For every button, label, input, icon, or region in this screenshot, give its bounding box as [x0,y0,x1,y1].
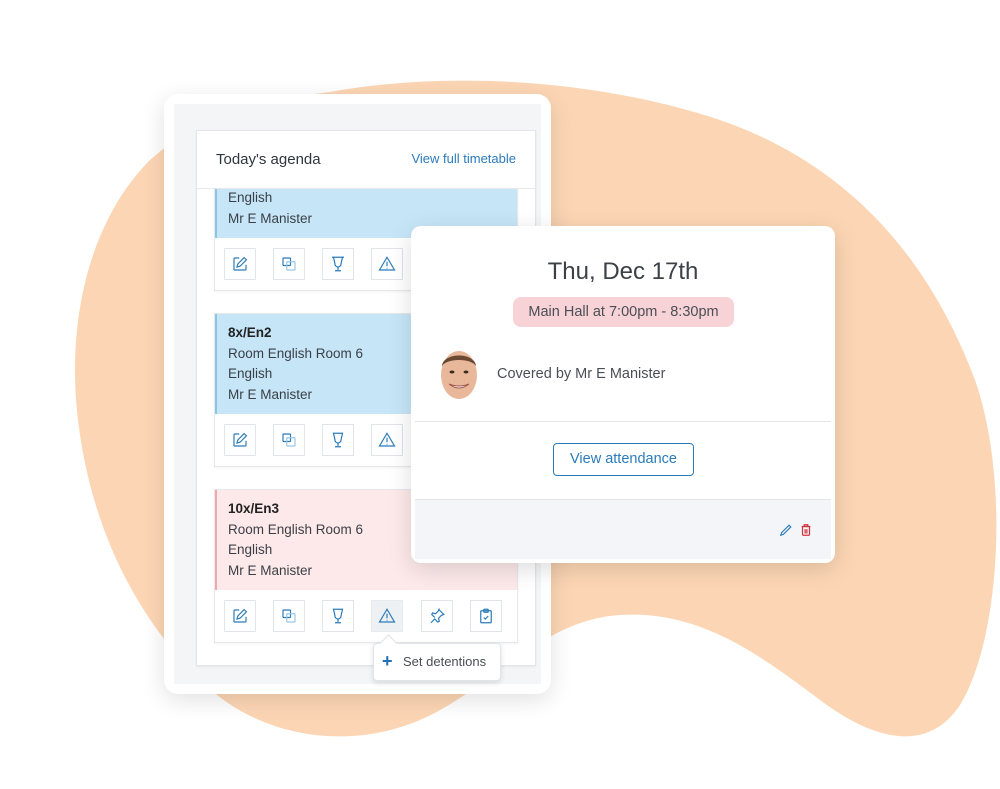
copy-button[interactable] [273,248,305,280]
edit-icon [233,256,248,271]
event-date: Thu, Dec 17th [547,258,699,285]
award-button[interactable] [322,248,354,280]
behaviour-button[interactable] [371,424,403,456]
pin-icon [430,608,445,624]
copy-button[interactable] [273,424,305,456]
copy-button[interactable] [273,600,305,632]
clipboard-check-icon [480,608,492,624]
award-button[interactable] [322,424,354,456]
set-detentions-tooltip[interactable]: + Set detentions [373,643,501,681]
behaviour-button[interactable] [371,600,403,632]
event-popup: Thu, Dec 17th Main Hall at 7:00pm - 8:30… [411,226,835,563]
copy-icon [282,609,296,623]
edit-icon [233,608,248,623]
edit-button[interactable] [224,248,256,280]
agenda-header: Today's agenda View full timetable [197,131,535,189]
register-button[interactable] [470,600,502,632]
popup-footer [415,499,831,559]
covered-by-text: Covered by Mr E Manister [497,366,666,382]
view-full-timetable-link[interactable]: View full timetable [411,151,516,166]
behaviour-button[interactable] [371,248,403,280]
lesson-teacher: Mr E Manister [228,562,313,578]
warning-icon [378,608,396,623]
award-button[interactable] [322,600,354,632]
divider [415,421,831,422]
copy-icon [282,433,296,447]
avatar [441,351,477,399]
tooltip-label: Set detentions [403,654,487,669]
warning-icon [378,432,396,447]
pin-button[interactable] [421,600,453,632]
trophy-icon [332,608,344,624]
edit-button[interactable] [224,600,256,632]
warning-icon [378,256,396,271]
pencil-icon[interactable] [779,522,793,538]
location-time-badge: Main Hall at 7:00pm - 8:30pm [513,297,734,327]
plus-icon: + [382,651,393,671]
trash-icon[interactable] [799,522,813,538]
edit-button[interactable] [224,424,256,456]
view-attendance-button[interactable]: View attendance [553,443,694,476]
copy-icon [282,257,296,271]
trophy-icon [332,256,344,272]
agenda-title: Today's agenda [216,151,321,168]
trophy-icon [332,432,344,448]
lesson-actions [215,590,517,642]
edit-icon [233,432,248,447]
lesson-subject: English [228,190,273,205]
